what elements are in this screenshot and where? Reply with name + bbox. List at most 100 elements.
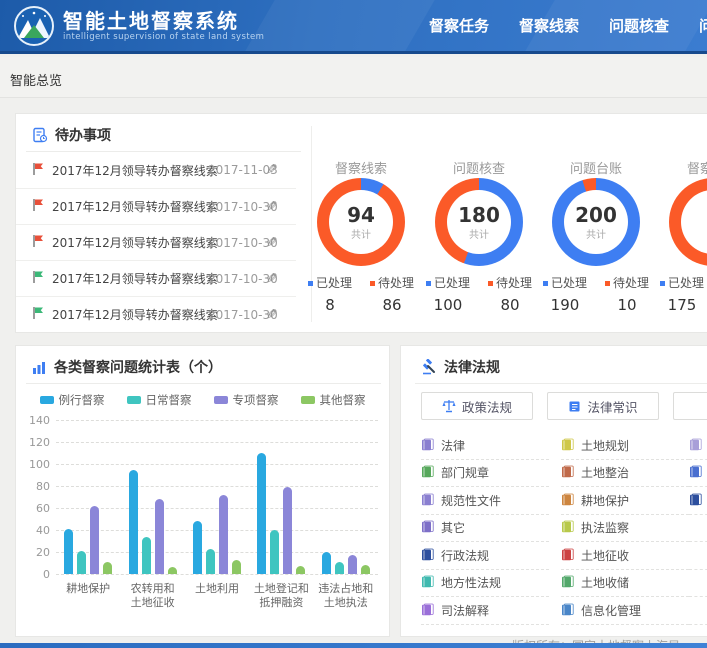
- legend-value: 8: [308, 296, 352, 314]
- donut-title: 问题台账: [537, 158, 655, 177]
- bar-其他督察-5[interactable]: [361, 565, 370, 574]
- legend-swatch: [40, 396, 54, 404]
- todo-item-text[interactable]: 2017年12月领导转办督察线索: [52, 270, 218, 287]
- todo-row: 2017年12月领导转办督察线索2017-10-30✎: [16, 296, 296, 332]
- bar-日常督察-5[interactable]: [335, 562, 344, 574]
- law-item[interactable]: 土地规划: [561, 432, 689, 460]
- donut-legend: 已处理175待处理: [654, 274, 707, 314]
- chart-legend-item[interactable]: 专项督察: [214, 392, 279, 408]
- law-item[interactable]: [689, 487, 707, 515]
- law-tab-1[interactable]: 政策法规: [421, 392, 533, 420]
- legend-dot: [426, 281, 431, 286]
- donut-legend-processed: 已处理8: [308, 274, 352, 314]
- law-item-label: 司法解释: [441, 602, 489, 619]
- app-subtitle: intelligent supervision of state land sy…: [63, 32, 264, 42]
- bar-专项督察-3[interactable]: [219, 495, 228, 574]
- flag-icon: [32, 269, 45, 288]
- law-item[interactable]: [689, 597, 707, 625]
- law-book-icon: [421, 463, 434, 482]
- bar-专项督察-4[interactable]: [283, 487, 292, 574]
- overview-card: 待办事项 2017年12月领导转办督察线索2017-11-03✎2017年12月…: [15, 113, 707, 333]
- bar-其他督察-4[interactable]: [296, 566, 305, 574]
- donut-center: 180共计: [447, 190, 511, 254]
- todo-title: 待办事项: [55, 125, 111, 145]
- law-book-icon: [561, 573, 574, 592]
- chart-legend-item[interactable]: 日常督察: [127, 392, 192, 408]
- divider: [26, 383, 381, 384]
- law-item[interactable]: [689, 515, 707, 543]
- chart-legend-item[interactable]: 其他督察: [301, 392, 366, 408]
- law-tab-2[interactable]: 法律常识: [547, 392, 659, 420]
- bar-其他督察-3[interactable]: [232, 560, 241, 574]
- edit-pencil-icon[interactable]: ✎: [266, 235, 278, 251]
- law-item[interactable]: 其它: [421, 515, 549, 543]
- bar-日常督察-2[interactable]: [142, 537, 151, 574]
- law-item[interactable]: [689, 460, 707, 488]
- breadcrumb-bar: 智能总览: [0, 57, 707, 98]
- law-book-icon: [561, 491, 574, 510]
- gavel-icon: [421, 359, 437, 375]
- law-tab-3[interactable]: [673, 392, 707, 420]
- law-item[interactable]: 执法监察: [561, 515, 689, 543]
- todo-item-text[interactable]: 2017年12月领导转办督察线索: [52, 306, 218, 323]
- bar-日常督察-1[interactable]: [77, 551, 86, 574]
- bar-专项督察-2[interactable]: [155, 499, 164, 574]
- bar-日常督察-4[interactable]: [270, 530, 279, 574]
- law-item[interactable]: 行政法规: [421, 542, 549, 570]
- law-item[interactable]: 规范性文件: [421, 487, 549, 515]
- bar-其他督察-1[interactable]: [103, 562, 112, 574]
- law-item-label: 土地征收: [581, 547, 629, 564]
- law-item[interactable]: 土地整治: [561, 460, 689, 488]
- bar-日常督察-3[interactable]: [206, 549, 215, 574]
- gridline: [56, 464, 378, 465]
- bar-例行督察-3[interactable]: [193, 521, 202, 574]
- donut-center: 200共计: [564, 190, 628, 254]
- main-nav: 督察任务 督察线索 问题核查 问题台账: [400, 0, 707, 51]
- nav-item-2[interactable]: 督察线索: [518, 15, 580, 36]
- edit-pencil-icon[interactable]: ✎: [266, 162, 278, 178]
- bar-例行督察-2[interactable]: [129, 470, 138, 575]
- y-tick-label: 60: [22, 502, 50, 515]
- edit-pencil-icon[interactable]: ✎: [266, 307, 278, 323]
- bar-例行督察-5[interactable]: [322, 552, 331, 574]
- edit-pencil-icon[interactable]: ✎: [266, 271, 278, 287]
- bar-其他督察-2[interactable]: [168, 567, 177, 574]
- chart-legend-item[interactable]: 例行督察: [40, 392, 105, 408]
- law-item-label: 土地收储: [581, 574, 629, 591]
- bar-专项督察-1[interactable]: [90, 506, 99, 574]
- todo-item-text[interactable]: 2017年12月领导转办督察线索: [52, 234, 218, 251]
- law-item[interactable]: 土地征收: [561, 542, 689, 570]
- nav-item-1[interactable]: 督察任务: [428, 15, 490, 36]
- law-item-label: 土地整治: [581, 464, 629, 481]
- bar-例行督察-1[interactable]: [64, 529, 73, 574]
- law-item[interactable]: 地方性法规: [421, 570, 549, 598]
- law-item[interactable]: 信息化管理: [561, 597, 689, 625]
- law-item[interactable]: 耕地保护: [561, 487, 689, 515]
- donut-ring: 200共计: [552, 178, 640, 266]
- edit-pencil-icon[interactable]: ✎: [266, 199, 278, 215]
- law-item[interactable]: [689, 570, 707, 598]
- bar-专项督察-5[interactable]: [348, 555, 357, 574]
- logo-text: 智能土地督察系统 intelligent supervision of stat…: [63, 10, 264, 42]
- law-item[interactable]: 部门规章: [421, 460, 549, 488]
- law-item[interactable]: 法律: [421, 432, 549, 460]
- legend-dot: [488, 281, 493, 286]
- x-category-label: 耕地保护: [56, 582, 120, 596]
- x-category-label: 农转用和 土地征收: [120, 582, 184, 610]
- law-item[interactable]: [689, 432, 707, 460]
- law-item-label: 法律: [441, 437, 465, 454]
- law-item[interactable]: 土地收储: [561, 570, 689, 598]
- nav-item-4[interactable]: 问题台账: [698, 15, 707, 36]
- law-book-icon: [421, 546, 434, 565]
- law-book-icon: [421, 601, 434, 620]
- donut-total-value: 200: [575, 204, 617, 226]
- chart-panel-head: 各类督察问题统计表（个）: [32, 357, 222, 377]
- bar-例行督察-4[interactable]: [257, 453, 266, 574]
- law-item[interactable]: [689, 542, 707, 570]
- nav-item-3[interactable]: 问题核查: [608, 15, 670, 36]
- y-tick-label: 0: [22, 568, 50, 581]
- todo-item-text[interactable]: 2017年12月领导转办督察线索: [52, 198, 218, 215]
- todo-item-text[interactable]: 2017年12月领导转办督察线索: [52, 162, 218, 179]
- law-item[interactable]: 司法解释: [421, 597, 549, 625]
- law-item-label: 其它: [441, 519, 465, 536]
